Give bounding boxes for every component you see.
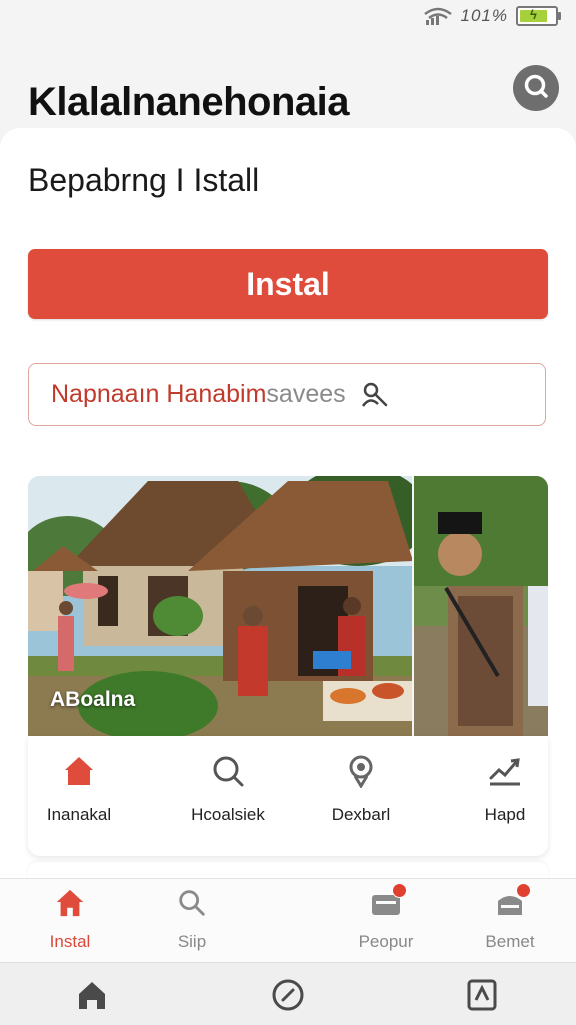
next-card-peek	[28, 862, 548, 878]
nav-label: Peopur	[358, 932, 414, 951]
nav-item-search[interactable]: Siip	[132, 887, 252, 952]
compass-icon	[271, 978, 305, 1017]
bottom-nav: Instal Siip Peopur Bemet	[0, 878, 576, 963]
village-photo[interactable]: ABoalna	[28, 476, 548, 736]
inbox-icon	[369, 883, 407, 924]
system-nav-bar	[0, 962, 576, 1025]
search-icon	[176, 887, 208, 924]
notification-badge	[516, 883, 531, 898]
nav-label: Siip	[177, 932, 207, 951]
tray-icon	[493, 883, 531, 924]
signal-wifi-icon	[423, 6, 453, 26]
nav-item-people[interactable]: Peopur	[326, 883, 446, 952]
search-icon	[522, 72, 550, 105]
battery-icon: ϟ	[516, 6, 561, 26]
home-icon	[75, 978, 109, 1017]
search-input[interactable]: Napnaaın Hanabim savees	[28, 363, 546, 426]
battery-percentage: 101%	[460, 6, 508, 25]
search-icon	[211, 754, 245, 793]
status-bar: 101% ϟ	[0, 0, 576, 34]
notification-badge	[392, 883, 407, 898]
home-icon	[62, 754, 96, 793]
nav-item-install[interactable]: Instal	[10, 887, 130, 952]
charging-icon: ϟ	[530, 7, 537, 22]
search-input-value: Napnaaın Hanabim	[51, 380, 267, 408]
page-subtitle: Bepabrng I Istall	[28, 162, 260, 198]
app-title: Klalalnanehonaia	[28, 80, 349, 124]
category-label: Hapd	[484, 805, 526, 824]
search-button[interactable]	[513, 65, 559, 111]
category-label: Hcoalsiek	[191, 805, 265, 824]
category-label: Dexbarl	[331, 805, 391, 824]
category-item-chart[interactable]: Hapd	[440, 754, 570, 825]
search-person-icon[interactable]	[360, 380, 390, 410]
category-item-location[interactable]: Dexbarl	[296, 754, 426, 825]
chart-icon	[487, 754, 523, 793]
nav-label: Bemet	[485, 932, 535, 951]
search-input-placeholder: savees	[266, 380, 346, 408]
category-label: Inanakal	[46, 805, 112, 824]
category-item-home[interactable]: Inanakal	[14, 754, 144, 825]
system-app-button[interactable]	[462, 977, 502, 1017]
category-card: Inanakal Hcoalsiek Dexbarl Hapd	[28, 736, 548, 856]
photo-caption: ABoalna	[50, 688, 136, 711]
app-icon	[466, 978, 498, 1017]
install-button[interactable]: Instal	[28, 249, 548, 319]
location-pin-icon	[344, 754, 378, 793]
nav-label: Instal	[49, 932, 91, 951]
status-indicators: 101% ϟ	[423, 6, 561, 26]
system-home-button[interactable]	[72, 977, 112, 1017]
category-item-search[interactable]: Hcoalsiek	[163, 754, 293, 825]
home-icon	[54, 887, 86, 924]
system-compass-button[interactable]	[268, 977, 308, 1017]
nav-item-more[interactable]: Bemet	[450, 883, 570, 952]
